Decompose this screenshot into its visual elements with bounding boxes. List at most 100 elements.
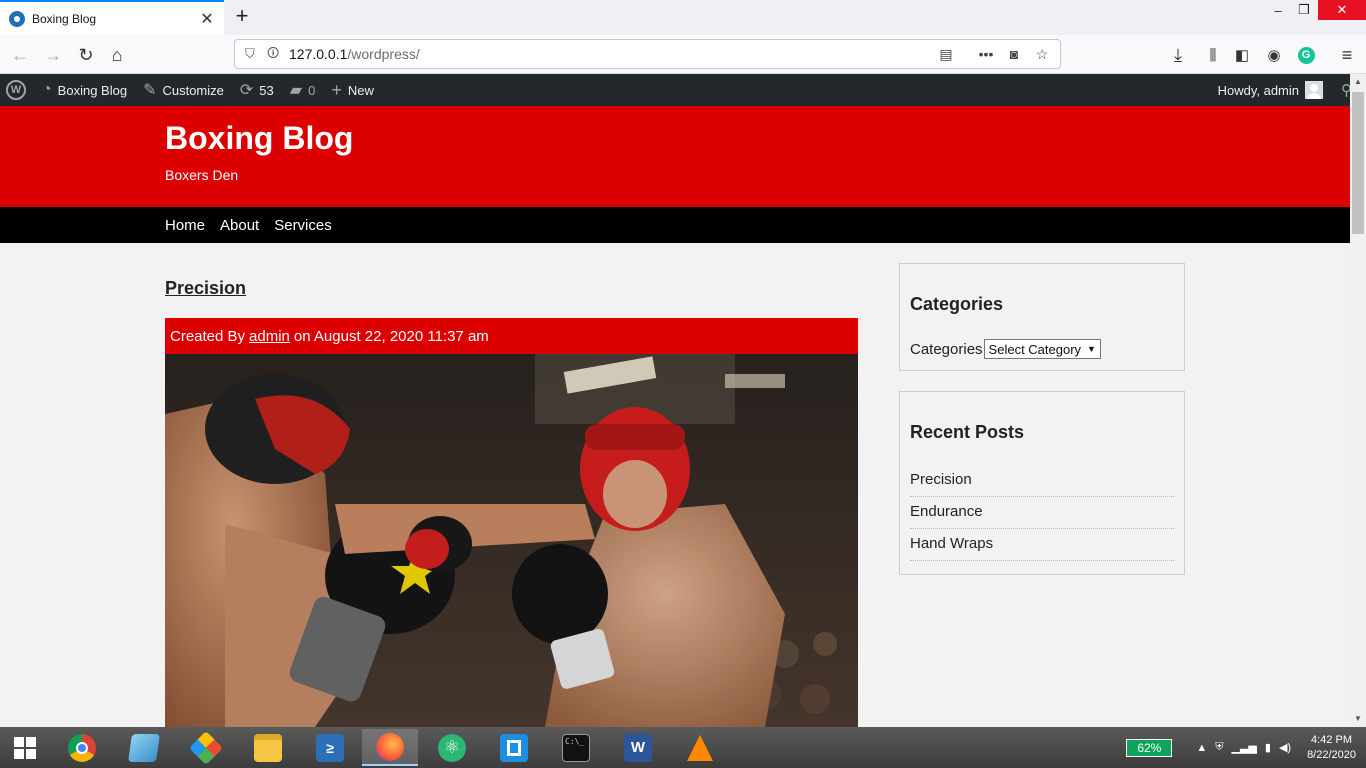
- page-scrollbar[interactable]: ▲ ▼: [1350, 74, 1366, 727]
- new-content-link[interactable]: + New: [323, 74, 382, 106]
- nav-about[interactable]: About: [220, 217, 259, 234]
- avatar: [1305, 81, 1323, 99]
- forward-button[interactable]: →: [39, 41, 67, 69]
- account-icon[interactable]: ◉: [1260, 41, 1288, 69]
- customize-label: Customize: [162, 82, 224, 98]
- plus-icon: +: [331, 79, 342, 100]
- meta-prefix: Created By: [170, 327, 246, 345]
- category-select[interactable]: Select Category ▼: [983, 339, 1101, 359]
- recent-posts-list: Precision Endurance Hand Wraps: [910, 465, 1174, 561]
- meta-date: on August 22, 2020 11:37 am: [293, 327, 489, 345]
- tab-title: Boxing Blog: [32, 11, 97, 26]
- url-bar[interactable]: ⛉ 🛈 127.0.0.1/wordpress/ ▤ ••• ◙ ☆: [234, 39, 1061, 69]
- pocket-icon[interactable]: ◙: [1000, 46, 1028, 62]
- url-host: 127.0.0.1: [289, 46, 348, 62]
- show-hidden-icons-icon[interactable]: ▲: [1196, 742, 1207, 754]
- nav-services[interactable]: Services: [274, 217, 332, 234]
- page-content: Precision Created By admin on August 22,…: [0, 243, 1350, 727]
- recent-posts-widget: Recent Posts Precision Endurance Hand Wr…: [899, 391, 1185, 575]
- back-button[interactable]: ←: [6, 41, 34, 69]
- clock-time: 4:42 PM: [1311, 733, 1353, 746]
- recent-post-item[interactable]: Hand Wraps: [910, 529, 1174, 561]
- my-account-link[interactable]: Howdy, admin: [1210, 74, 1331, 106]
- grammarly-extension-icon[interactable]: G: [1292, 41, 1320, 69]
- minimize-button[interactable]: –: [1268, 0, 1288, 20]
- scroll-up-icon[interactable]: ▲: [1350, 74, 1366, 90]
- atom-taskbar-icon[interactable]: ⚛: [424, 729, 480, 766]
- notepad-taskbar-icon[interactable]: [116, 729, 172, 766]
- comments-link[interactable]: ▰ 0: [282, 74, 324, 106]
- wp-logo-icon[interactable]: W: [0, 74, 34, 106]
- comments-count: 0: [308, 82, 316, 98]
- updates-link[interactable]: ⟳ 53: [232, 74, 282, 106]
- downloads-icon[interactable]: ⤓: [1164, 41, 1192, 69]
- site-favicon-icon: [9, 10, 25, 27]
- url-path: /wordpress/: [347, 46, 420, 62]
- battery-icon[interactable]: ▮: [1265, 741, 1271, 754]
- reload-button[interactable]: ↻: [72, 41, 100, 69]
- bookmark-star-icon[interactable]: ☆: [1028, 46, 1056, 63]
- close-window-button[interactable]: ✕: [1318, 0, 1366, 20]
- browser-tab[interactable]: Boxing Blog ✕: [0, 0, 224, 35]
- admin-site-name[interactable]: ◔ Boxing Blog: [34, 74, 135, 106]
- vlc-taskbar-icon[interactable]: [672, 729, 728, 766]
- chrome-taskbar-icon[interactable]: [54, 729, 110, 766]
- menu-icon[interactable]: ≡: [1333, 41, 1361, 69]
- powershell-taskbar-icon[interactable]: ≥: [302, 729, 358, 766]
- comment-icon: ▰: [289, 82, 303, 99]
- system-tray: 62% ▲ ⛨ ▁▃▅ ▮ ◀) 4:42 PM 8/22/2020: [1126, 727, 1366, 768]
- scrollbar-thumb[interactable]: [1352, 92, 1364, 234]
- windows-taskbar: ≥ ⚛ C:\_ W 62% ▲ ⛨ ▁▃▅ ▮ ◀) 4:42 PM 8/22…: [0, 727, 1366, 768]
- admin-site-name-label: Boxing Blog: [57, 82, 128, 98]
- new-tab-button[interactable]: +: [231, 5, 253, 29]
- updates-count: 53: [259, 82, 274, 98]
- restore-button[interactable]: ❐: [1294, 0, 1314, 20]
- reader-view-icon[interactable]: ▤: [932, 46, 960, 63]
- updates-icon: ⟳: [239, 82, 254, 99]
- wp-admin-bar: W ◔ Boxing Blog ✎ Customize ⟳ 53 ▰ 0 + N…: [0, 74, 1366, 106]
- close-tab-icon[interactable]: ✕: [198, 10, 216, 28]
- network-status-icon[interactable]: ⛨: [1215, 741, 1223, 754]
- sidebar-toggle-icon[interactable]: ◧: [1228, 41, 1256, 69]
- file-explorer-taskbar-icon[interactable]: [240, 729, 296, 766]
- wifi-signal-icon[interactable]: ▁▃▅: [1231, 741, 1256, 754]
- url-text[interactable]: 127.0.0.1/wordpress/: [289, 46, 932, 62]
- page-info-icon[interactable]: 🛈: [267, 44, 281, 65]
- categories-label: Categories: [910, 340, 983, 358]
- page-actions-icon[interactable]: •••: [972, 46, 1000, 62]
- howdy-text: Howdy, admin: [1217, 82, 1299, 98]
- new-label: New: [347, 82, 374, 98]
- category-select-value: Select Category: [988, 341, 1082, 357]
- recent-post-item[interactable]: Endurance: [910, 497, 1174, 529]
- browser-tab-bar: Boxing Blog ✕ + – ❐ ✕: [0, 0, 1366, 35]
- recent-post-item[interactable]: Precision: [910, 465, 1174, 497]
- battery-indicator[interactable]: 62%: [1126, 738, 1173, 757]
- post-title[interactable]: Precision: [165, 278, 246, 299]
- site-title[interactable]: Boxing Blog: [165, 120, 353, 157]
- volume-icon[interactable]: ◀): [1279, 741, 1291, 754]
- dashboard-icon: ◔: [42, 81, 52, 98]
- cmd-taskbar-icon[interactable]: C:\_: [548, 729, 604, 766]
- tracking-shield-icon[interactable]: ⛉: [245, 46, 259, 62]
- site-tagline: Boxers Den: [165, 167, 239, 183]
- chevron-down-icon: ▼: [1087, 344, 1096, 354]
- start-button[interactable]: [0, 727, 50, 768]
- git-taskbar-icon[interactable]: [178, 729, 234, 766]
- word-taskbar-icon[interactable]: W: [610, 729, 666, 766]
- bracket-app-taskbar-icon[interactable]: [486, 729, 542, 766]
- post-meta: Created By admin on August 22, 2020 11:3…: [165, 318, 858, 354]
- featured-image[interactable]: [165, 354, 858, 727]
- firefox-taskbar-icon[interactable]: [362, 729, 418, 766]
- home-button[interactable]: ⌂: [103, 41, 131, 69]
- scroll-down-icon[interactable]: ▼: [1350, 711, 1366, 727]
- author-link[interactable]: admin: [249, 328, 290, 345]
- customize-link[interactable]: ✎ Customize: [135, 74, 232, 106]
- clock-date: 8/22/2020: [1307, 748, 1356, 761]
- brush-icon: ✎: [143, 82, 157, 99]
- main-navigation: Home About Services: [0, 207, 1350, 243]
- nav-home[interactable]: Home: [165, 217, 205, 234]
- windows-logo-icon: [14, 736, 36, 759]
- library-icon[interactable]: ⫼: [1199, 41, 1227, 69]
- system-clock[interactable]: 4:42 PM 8/22/2020: [1307, 733, 1356, 763]
- boxing-photo: [165, 354, 858, 727]
